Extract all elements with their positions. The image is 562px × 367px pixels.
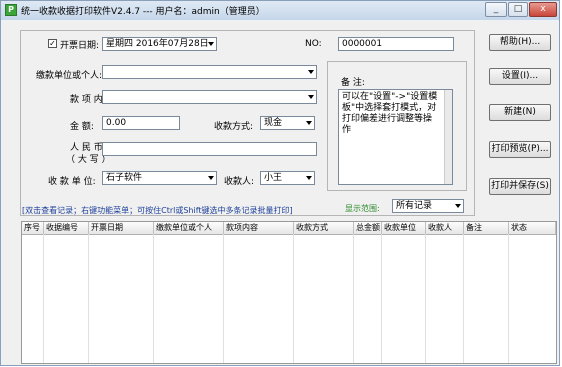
receiver-unit-select[interactable]: 石子软件	[102, 171, 217, 185]
remark-text: 可以在"设置"->"设置模板"中选择套打模式，对打印偏差进行调整等操作	[342, 92, 438, 135]
amount-field[interactable]: 0.00	[102, 116, 180, 130]
pay-method-select[interactable]: 现金	[260, 116, 315, 130]
range-select[interactable]: 所有记录	[392, 199, 464, 213]
invoice-date-picker[interactable]: 星期四 2016年07月28日	[102, 37, 217, 51]
settings-button[interactable]: 设置(I)...	[489, 68, 551, 85]
column-header[interactable]: 状态	[509, 222, 556, 234]
help-button[interactable]: 帮助(H)...	[489, 34, 551, 51]
remark-scrollbar[interactable]	[444, 90, 452, 184]
app-logo-icon: P	[5, 4, 17, 16]
column-header[interactable]: 收款单位	[382, 222, 426, 234]
amount-label: 金 额:	[70, 122, 94, 132]
invoice-date-checkbox[interactable]: ✓	[48, 39, 57, 48]
receiver-select[interactable]: 小王	[260, 171, 315, 185]
remark-label: 备 注:	[341, 78, 365, 88]
chevron-down-icon	[208, 42, 214, 46]
column-divider	[293, 234, 294, 363]
window-title: 统一收款收据打印软件V2.4.7 --- 用户名：admin（管理员）	[21, 7, 265, 17]
column-divider	[425, 234, 426, 363]
receiver-unit-value: 石子软件	[106, 173, 143, 183]
column-header[interactable]: 收据编号	[44, 222, 89, 234]
chevron-down-icon	[455, 204, 461, 208]
column-header[interactable]: 序号	[22, 222, 44, 234]
column-divider	[43, 234, 44, 363]
pay-method-label: 收款方式:	[214, 122, 254, 132]
chevron-down-icon	[308, 70, 314, 74]
column-divider	[153, 234, 154, 363]
invoice-date-label: 开票日期:	[60, 41, 100, 51]
column-header[interactable]: 总金额	[354, 222, 382, 234]
table-header: 序号 收据编号 开票日期 缴款单位或个人 款项内容 收款方式 总金额 收款单位 …	[22, 222, 556, 235]
no-label: NO:	[305, 39, 322, 49]
payer-label: 缴款单位或个人:	[36, 71, 103, 81]
column-divider	[381, 234, 382, 363]
column-header[interactable]: 收款方式	[294, 222, 354, 234]
remark-textarea[interactable]: 可以在"设置"->"设置模板"中选择套打模式，对打印偏差进行调整等操作	[338, 89, 453, 185]
column-header[interactable]: 开票日期	[89, 222, 154, 234]
chevron-down-icon	[306, 121, 312, 125]
range-value: 所有记录	[396, 201, 433, 211]
item-combobox[interactable]	[102, 90, 317, 104]
range-label: 显示范围:	[345, 204, 380, 213]
new-button[interactable]: 新建(N)	[489, 104, 551, 121]
column-divider	[508, 234, 509, 363]
print-and-save-button[interactable]: 打印并保存(S)	[489, 178, 551, 195]
pay-method-value: 现金	[264, 118, 283, 128]
receiver-unit-label: 收 款 单 位:	[48, 177, 96, 187]
main-panel: ✓ 开票日期: 星期四 2016年07月28日 NO: 0000001 缴款单位…	[2, 21, 558, 365]
operation-hint: [双击查看记录；右键功能菜单；可按住Ctrl或Shift键选中多条记录批量打印]	[22, 206, 293, 215]
column-divider	[223, 234, 224, 363]
receipt-number-field[interactable]: 0000001	[338, 37, 454, 51]
title-bar[interactable]: P 统一收款收据打印软件V2.4.7 --- 用户名：admin（管理员） _ …	[1, 1, 559, 20]
close-button[interactable]: x	[529, 2, 557, 17]
column-header[interactable]: 缴款单位或个人	[154, 222, 224, 234]
column-header[interactable]: 备注	[464, 222, 509, 234]
column-header[interactable]: 收款人	[426, 222, 464, 234]
records-table[interactable]: 序号 收据编号 开票日期 缴款单位或个人 款项内容 收款方式 总金额 收款单位 …	[21, 221, 557, 364]
maximize-button[interactable]: □	[508, 2, 528, 17]
minimize-button[interactable]: _	[485, 2, 507, 17]
chevron-down-icon	[208, 176, 214, 180]
rmb-uppercase-field[interactable]	[102, 142, 317, 156]
column-divider	[463, 234, 464, 363]
chevron-down-icon	[308, 95, 314, 99]
column-divider	[88, 234, 89, 363]
invoice-date-value: 星期四 2016年07月28日	[106, 39, 209, 49]
column-header[interactable]: 款项内容	[224, 222, 294, 234]
chevron-down-icon	[306, 176, 312, 180]
receiver-value: 小王	[264, 173, 283, 183]
receiver-label: 收款人:	[224, 177, 255, 187]
print-preview-button[interactable]: 打印预览(P)...	[489, 141, 551, 158]
app-window: P 统一收款收据打印软件V2.4.7 --- 用户名：admin（管理员） _ …	[0, 0, 560, 366]
column-divider	[353, 234, 354, 363]
payer-combobox[interactable]	[102, 65, 317, 79]
